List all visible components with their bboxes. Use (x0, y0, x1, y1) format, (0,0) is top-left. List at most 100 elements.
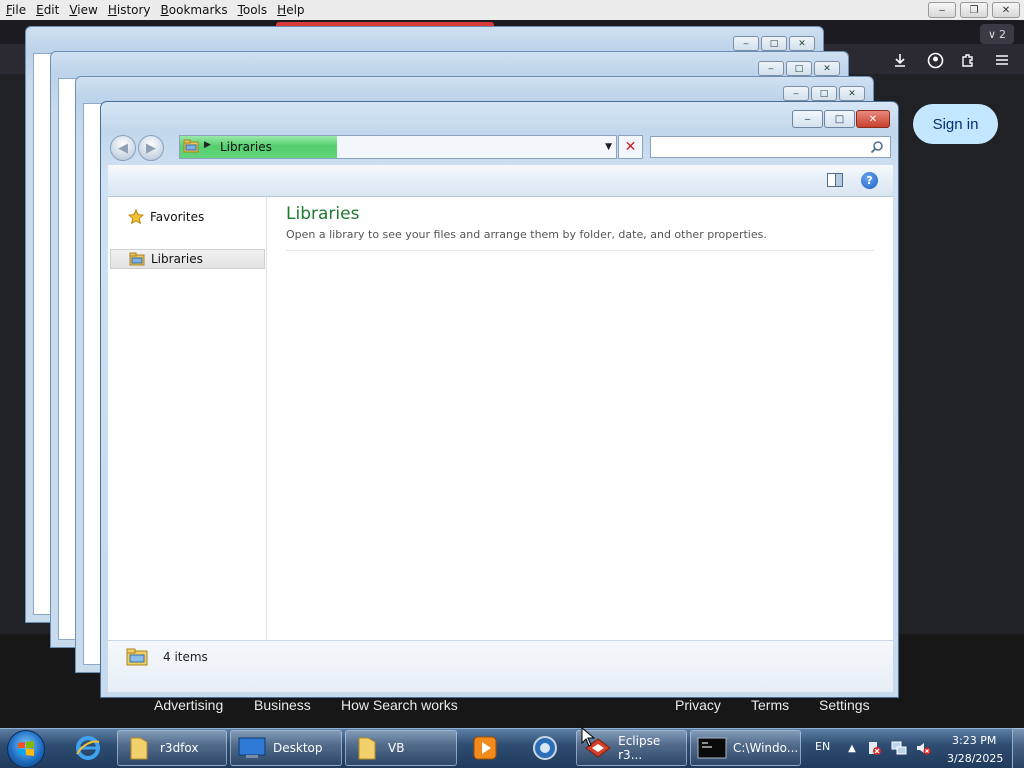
desktop-icon (237, 734, 267, 762)
footer-link-settings[interactable]: Settings (819, 697, 870, 713)
menu-view[interactable]: View (64, 0, 102, 20)
taskbar-button-label: r3dfox (160, 741, 199, 755)
browser-globe-icon[interactable] (527, 731, 563, 765)
nav-item-favorites[interactable]: Favorites (110, 207, 265, 227)
libraries-icon (183, 139, 199, 153)
command-bar: ? (108, 165, 893, 197)
back-arrow-icon: ◀ (118, 140, 128, 156)
maximize-button[interactable]: □ (786, 61, 812, 76)
address-bar[interactable]: ▶ Libraries ▼ (179, 135, 617, 159)
nav-item-label: Favorites (150, 210, 205, 224)
page-title: Libraries (286, 204, 360, 224)
menu-help[interactable]: Help (272, 0, 309, 20)
close-button[interactable]: ✕ (839, 86, 865, 101)
language-indicator[interactable]: EN (815, 740, 830, 753)
taskbar-button-label: Desktop (273, 741, 323, 755)
close-icon: ✕ (868, 113, 878, 125)
maximize-icon: □ (794, 63, 804, 74)
taskbar-button-cmd[interactable]: C:\Windo... (690, 730, 801, 766)
internet-explorer-icon[interactable] (70, 731, 106, 765)
menu-tools[interactable]: Tools (233, 0, 273, 20)
clock-time[interactable]: 3:23 PM (952, 734, 996, 747)
minimize-button[interactable]: ‒ (783, 86, 809, 101)
menu-bookmarks[interactable]: Bookmarks (156, 0, 233, 20)
folder-icon (352, 734, 382, 762)
footer-link-advertising[interactable]: Advertising (154, 697, 223, 713)
minimize-button[interactable]: ‒ (792, 110, 823, 128)
taskbar-button-r3dfox[interactable]: r3dfox (117, 730, 227, 766)
sign-in-button[interactable]: Sign in (913, 104, 998, 144)
stop-button[interactable]: ✕ (618, 135, 643, 159)
footer-link-privacy[interactable]: Privacy (675, 697, 721, 713)
chevron-down-icon: ∨ (987, 27, 997, 41)
divider (286, 250, 874, 251)
search-icon[interactable] (870, 140, 884, 154)
libraries-icon (126, 648, 148, 666)
breadcrumb-libraries[interactable]: Libraries (220, 140, 272, 154)
firefox-menubar: File Edit View History Bookmarks Tools H… (0, 0, 1024, 20)
address-dropdown-icon[interactable]: ▼ (605, 142, 612, 152)
show-hidden-icons-icon[interactable]: ▲ (844, 740, 860, 756)
breadcrumb-arrow-icon[interactable]: ▶ (204, 140, 211, 150)
minimize-icon: ‒ (938, 4, 946, 16)
star-icon (128, 209, 144, 225)
forward-arrow-icon: ▶ (146, 140, 156, 156)
explorer-window[interactable]: ‒ □ ✕ ◀ ▶ ▼ ▶ Libraries ▼ ✕ ? Favor (100, 101, 899, 698)
extensions-icon[interactable] (958, 50, 978, 70)
item-count: 4 items (163, 650, 208, 664)
account-icon[interactable] (925, 50, 945, 70)
details-pane: 4 items (108, 640, 893, 692)
windows-logo-icon (18, 741, 34, 756)
taskbar-button-label: C:\Windo... (733, 741, 799, 755)
close-icon: ✕ (1001, 4, 1011, 16)
back-button[interactable]: ◀ (110, 135, 136, 161)
minimize-button[interactable]: ‒ (758, 61, 784, 76)
media-player-icon[interactable] (467, 731, 503, 765)
network-icon[interactable] (891, 740, 907, 756)
restore-button[interactable]: ❐ (960, 2, 988, 18)
taskbar-button-label: VB (388, 741, 405, 755)
menu-history[interactable]: History (103, 0, 156, 20)
maximize-button[interactable]: □ (761, 36, 787, 51)
folder-icon (124, 734, 154, 762)
hamburger-menu-icon[interactable] (992, 50, 1012, 70)
close-button[interactable]: ✕ (856, 110, 890, 128)
search-box (650, 136, 891, 158)
maximize-icon: □ (769, 38, 779, 49)
minimize-icon: ‒ (768, 63, 774, 74)
footer-link-how-search-works[interactable]: How Search works (341, 697, 458, 713)
help-icon[interactable]: ? (861, 172, 878, 189)
maximize-button[interactable]: □ (824, 110, 855, 128)
preview-pane-icon[interactable] (827, 173, 843, 187)
search-input[interactable] (651, 137, 861, 157)
minimize-icon: ‒ (743, 38, 749, 49)
footer-link-terms[interactable]: Terms (751, 697, 789, 713)
download-icon[interactable] (890, 50, 910, 70)
minimize-button[interactable]: ‒ (733, 36, 759, 51)
close-button[interactable]: ✕ (992, 2, 1020, 18)
action-center-warning-icon[interactable] (866, 740, 882, 756)
minimize-icon: ‒ (804, 113, 811, 125)
close-button[interactable]: ✕ (789, 36, 815, 51)
start-button[interactable] (7, 730, 45, 768)
taskbar-button-desktop[interactable]: Desktop (230, 730, 342, 766)
minimize-button[interactable]: ‒ (928, 2, 956, 18)
firefox-window-controls: ‒ ❐ ✕ (928, 2, 1020, 18)
volume-muted-icon[interactable] (915, 740, 931, 756)
nav-item-label: Libraries (151, 252, 203, 266)
taskbar-button-vb[interactable]: VB (345, 730, 457, 766)
maximize-button[interactable]: □ (811, 86, 837, 101)
menu-file[interactable]: File (0, 0, 31, 20)
nav-item-libraries[interactable]: Libraries (110, 249, 265, 269)
tab-list-button[interactable]: ∨ 2 (980, 24, 1014, 44)
content-pane: Libraries Open a library to see your fil… (267, 197, 893, 640)
close-icon: ✕ (823, 63, 831, 74)
clock-date[interactable]: 3/28/2025 (947, 752, 1003, 765)
footer-link-business[interactable]: Business (254, 697, 311, 713)
menu-edit[interactable]: Edit (31, 0, 64, 20)
close-button[interactable]: ✕ (814, 61, 840, 76)
libraries-icon (129, 251, 145, 267)
show-desktop-button[interactable] (1012, 728, 1024, 768)
mouse-pointer-icon (581, 727, 595, 747)
forward-button[interactable]: ▶ (138, 135, 164, 161)
